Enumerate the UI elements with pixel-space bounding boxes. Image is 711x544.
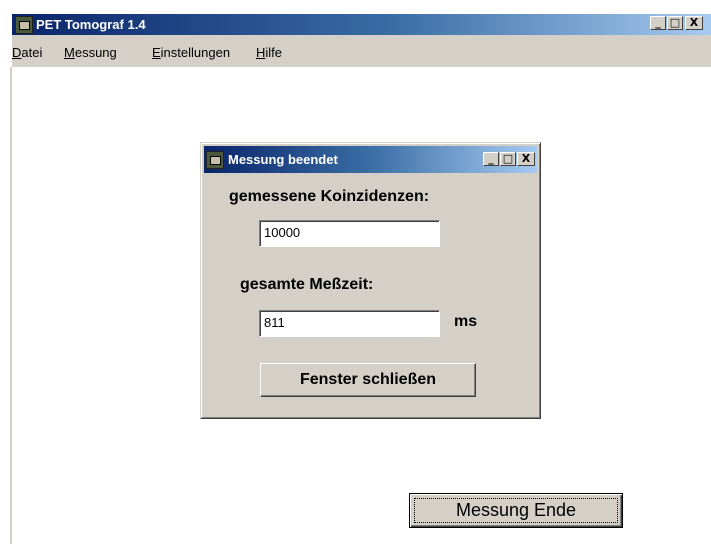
close-window-button[interactable]: Fenster schließen bbox=[260, 363, 476, 397]
coincidences-field[interactable]: 10000 bbox=[259, 220, 440, 247]
focus-ring bbox=[414, 498, 618, 523]
dialog-minimize-button[interactable]: _ bbox=[483, 152, 499, 166]
menu-datei[interactable]: Datei bbox=[12, 45, 42, 60]
main-window-title: PET Tomograf 1.4 bbox=[36, 17, 146, 32]
menu-bar: Datei Messung Einstellungen Hilfe bbox=[12, 35, 711, 67]
coincidences-label: gemessene Koinzidenzen: bbox=[229, 188, 430, 205]
dialog-title: Messung beendet bbox=[228, 152, 338, 167]
measurement-time-label: gesamte Meßzeit: bbox=[240, 276, 374, 293]
maximize-button[interactable]: □ bbox=[667, 16, 683, 30]
menu-messung[interactable]: Messung bbox=[64, 45, 117, 60]
dialog-app-icon[interactable] bbox=[206, 151, 224, 169]
measurement-finished-dialog: Messung beendet _ □ X gemessene Koinzide… bbox=[200, 142, 541, 419]
close-button[interactable]: X bbox=[685, 16, 703, 30]
menu-hilfe[interactable]: Hilfe bbox=[256, 45, 282, 60]
main-window-titlebar[interactable]: PET Tomograf 1.4 _ □ X bbox=[12, 14, 711, 35]
window-frame-left bbox=[10, 67, 12, 544]
dialog-maximize-button[interactable]: □ bbox=[500, 152, 516, 166]
minimize-button[interactable]: _ bbox=[650, 16, 666, 30]
menu-einstellungen[interactable]: Einstellungen bbox=[152, 45, 230, 60]
app-icon[interactable] bbox=[15, 16, 33, 34]
dialog-close-button[interactable]: X bbox=[517, 152, 535, 166]
measurement-time-field[interactable]: 811 bbox=[259, 310, 440, 337]
time-unit-label: ms bbox=[454, 313, 478, 330]
dialog-titlebar[interactable]: Messung beendet _ □ X bbox=[204, 146, 537, 173]
end-measurement-button[interactable]: Messung Ende bbox=[409, 493, 623, 528]
